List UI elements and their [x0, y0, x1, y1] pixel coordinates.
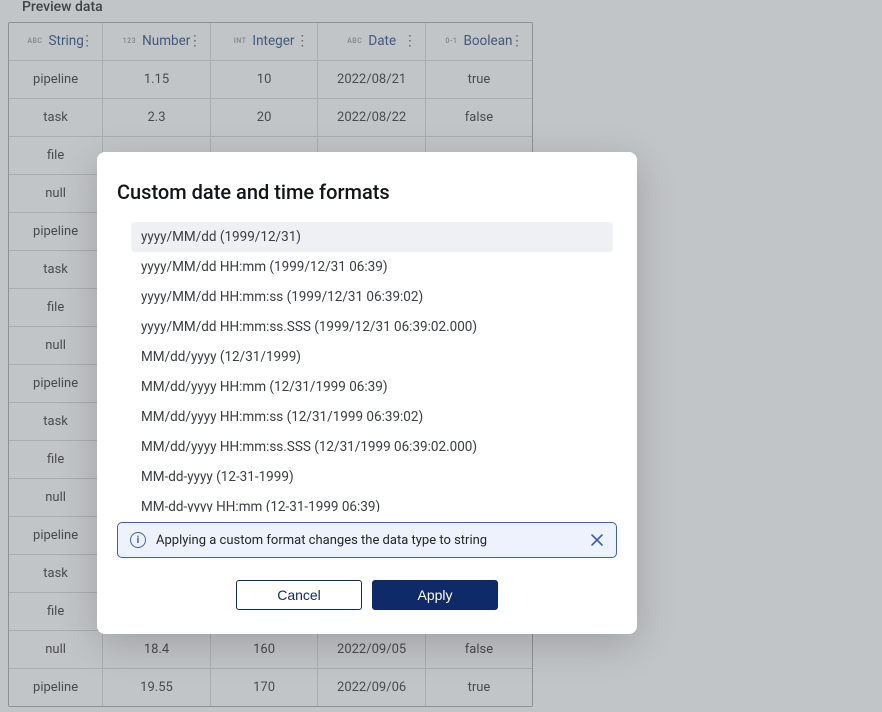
- format-option[interactable]: yyyy/MM/dd HH:mm:ss (1999/12/31 06:39:02…: [131, 282, 613, 312]
- format-option[interactable]: MM-dd-yyyy (12-31-1999): [131, 462, 613, 492]
- modal-overlay: Custom date and time formats yyyy/MM/dd …: [0, 0, 882, 712]
- format-option[interactable]: yyyy/MM/dd (1999/12/31): [131, 222, 613, 252]
- modal-actions: Cancel Apply: [117, 580, 617, 610]
- format-option[interactable]: yyyy/MM/dd HH:mm:ss.SSS (1999/12/31 06:3…: [131, 312, 613, 342]
- close-icon[interactable]: [588, 531, 606, 549]
- apply-button[interactable]: Apply: [372, 580, 498, 610]
- format-option[interactable]: yyyy/MM/dd HH:mm (1999/12/31 06:39): [131, 252, 613, 282]
- custom-date-format-modal: Custom date and time formats yyyy/MM/dd …: [97, 152, 637, 634]
- notice-text: Applying a custom format changes the dat…: [156, 533, 487, 548]
- format-option[interactable]: MM/dd/yyyy HH:mm:ss.SSS (12/31/1999 06:3…: [131, 432, 613, 462]
- format-option[interactable]: MM/dd/yyyy HH:mm (12/31/1999 06:39): [131, 372, 613, 402]
- format-option[interactable]: MM/dd/yyyy HH:mm:ss (12/31/1999 06:39:02…: [131, 402, 613, 432]
- modal-title: Custom date and time formats: [117, 180, 617, 204]
- format-option[interactable]: MM/dd/yyyy (12/31/1999): [131, 342, 613, 372]
- info-icon: i: [130, 532, 146, 548]
- cancel-button[interactable]: Cancel: [236, 580, 362, 610]
- format-list: yyyy/MM/dd (1999/12/31)yyyy/MM/dd HH:mm …: [131, 222, 613, 512]
- format-notice: i Applying a custom format changes the d…: [117, 522, 617, 558]
- format-option[interactable]: MM-dd-yyyy HH:mm (12-31-1999 06:39): [131, 492, 613, 512]
